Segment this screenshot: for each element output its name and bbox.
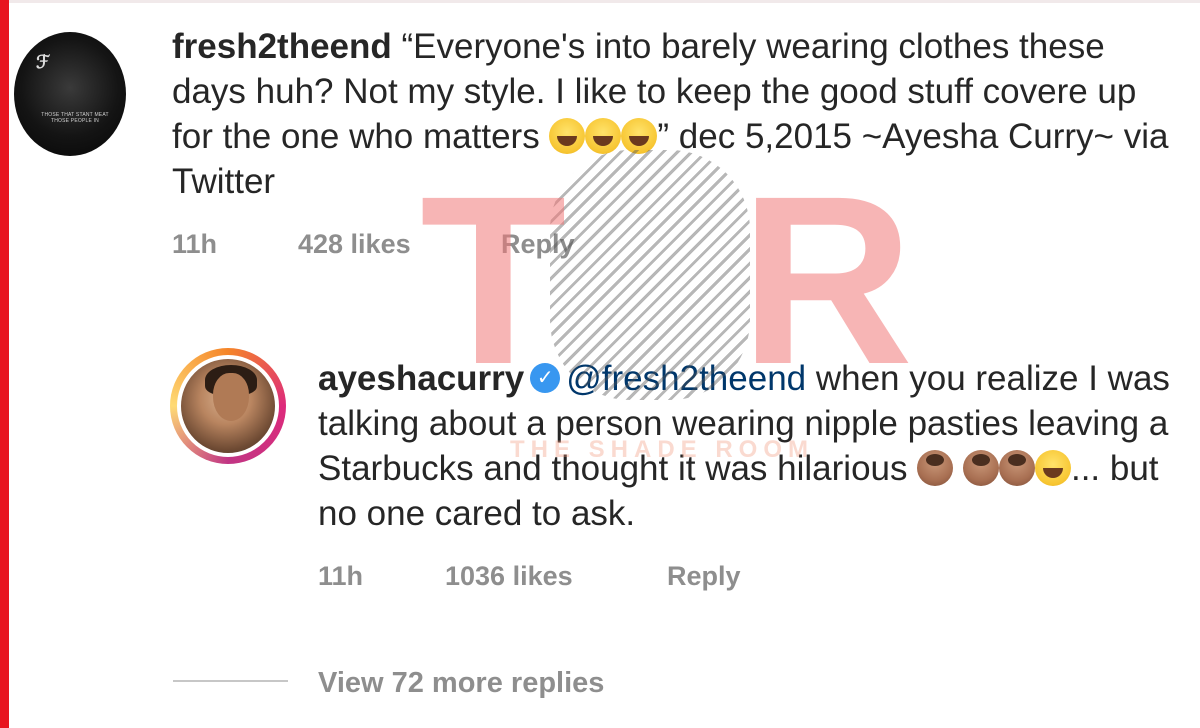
shrug-emoji-icon: [917, 449, 954, 486]
reply-button[interactable]: Reply: [667, 561, 741, 592]
laughing-face-icon: [585, 117, 622, 154]
avatar-logo-mark: ℱ: [36, 52, 51, 73]
left-red-border: [0, 0, 9, 728]
laughing-face-icon: [1034, 449, 1071, 486]
laughing-face-icon: [549, 117, 586, 154]
top-divider: [9, 0, 1200, 3]
likes-count[interactable]: 428 likes: [298, 229, 411, 260]
comment-body-1: fresh2theend “Everyone's into barely wea…: [172, 24, 1182, 204]
avatar-caption: THOSE THAT STANT MEAT THOSE PEOPLE IN: [41, 112, 109, 124]
username-ayeshacurry[interactable]: ayeshacurry: [318, 359, 524, 398]
view-more-replies-link[interactable]: View 72 more replies: [318, 667, 604, 700]
mention-link[interactable]: @fresh2theend: [566, 359, 806, 398]
avatar-face: [213, 373, 249, 421]
shrug-emoji-icon: [998, 449, 1035, 486]
watermark-subtitle: THE SHADE ROOM: [510, 436, 815, 463]
shrug-emoji-icon: [962, 449, 999, 486]
reply-button[interactable]: Reply: [501, 229, 575, 260]
likes-count[interactable]: 1036 likes: [445, 561, 573, 592]
verified-badge-icon: ✓: [530, 362, 561, 393]
avatar-ayeshacurry[interactable]: [177, 355, 279, 457]
replies-divider: [173, 680, 288, 682]
comment-time: 11h: [172, 229, 218, 259]
avatar-fresh2theend[interactable]: ℱ THOSE THAT STANT MEAT THOSE PEOPLE IN: [14, 32, 126, 156]
comment-time: 11h: [318, 561, 364, 591]
laughing-face-icon: [621, 117, 658, 154]
username-fresh2theend[interactable]: fresh2theend: [172, 27, 392, 66]
